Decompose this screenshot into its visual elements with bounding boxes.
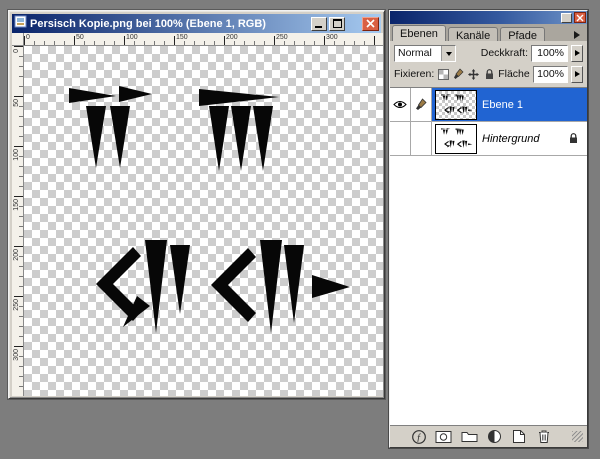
- add-layer-mask-button[interactable]: [435, 429, 453, 445]
- new-layer-group-button[interactable]: [460, 429, 478, 445]
- delete-layer-button[interactable]: [535, 429, 553, 445]
- ruler-label: 300: [326, 34, 338, 41]
- svg-text:ƒ: ƒ: [416, 432, 421, 443]
- vertical-ruler[interactable]: 0 50 100 150 200 250 300: [12, 46, 24, 396]
- ruler-label: 100: [13, 149, 20, 161]
- visibility-toggle[interactable]: [390, 88, 411, 121]
- visibility-toggle[interactable]: [390, 122, 411, 155]
- ruler-label: 100: [126, 34, 138, 41]
- lock-all-toggle[interactable]: [483, 68, 495, 81]
- blend-mode-select[interactable]: Normal: [394, 45, 456, 62]
- opacity-value: 100%: [537, 47, 564, 59]
- ruler-label: 250: [13, 299, 20, 311]
- window-buttons: [311, 17, 379, 31]
- ruler-label: 200: [226, 34, 238, 41]
- ruler-origin-corner[interactable]: [12, 33, 24, 46]
- layer-thumbnail[interactable]: [436, 125, 476, 153]
- lock-transparency-toggle[interactable]: [437, 68, 449, 81]
- tab-kanaele[interactable]: Kanäle: [448, 27, 498, 41]
- resize-grip[interactable]: [572, 431, 583, 442]
- tab-label: Ebenen: [400, 28, 438, 40]
- maximize-button[interactable]: [329, 17, 345, 31]
- canvas[interactable]: [24, 46, 383, 396]
- thumbnail-artwork: [436, 125, 476, 153]
- link-toggle[interactable]: [411, 122, 432, 155]
- thumbnail-artwork: [436, 91, 476, 119]
- fill-slider-button[interactable]: [571, 66, 583, 83]
- layer-row-hintergrund[interactable]: Hintergrund: [390, 122, 587, 156]
- opacity-input[interactable]: 100%: [531, 45, 568, 62]
- layer-name: Hintergrund: [482, 133, 539, 145]
- cuneiform-artwork: [24, 46, 383, 396]
- opacity-label: Deckkraft:: [481, 47, 528, 59]
- layer-row-ebene-1[interactable]: Ebene 1: [390, 88, 587, 122]
- fill-value: 100%: [537, 68, 564, 80]
- layer-thumbnail[interactable]: [436, 91, 476, 119]
- layer-controls: Normal Deckkraft: 100% Fixieren:: [390, 41, 587, 88]
- palette-bottom-bar: ƒ: [390, 426, 587, 447]
- fill-label: Fläche: [498, 68, 530, 80]
- lock-pixels-toggle[interactable]: [453, 68, 465, 81]
- palette-tabs: Ebenen Kanäle Pfade: [390, 24, 587, 41]
- button-spacer: [347, 23, 360, 24]
- document-window: Persisch Kopie.png bei 100% (Ebene 1, RG…: [8, 10, 385, 399]
- ruler-label: 50: [13, 99, 20, 107]
- chevron-down-icon[interactable]: [441, 46, 455, 61]
- ruler-label: 50: [76, 34, 84, 41]
- minimize-button[interactable]: [311, 17, 327, 31]
- active-layer-indicator: [411, 88, 432, 121]
- palette-close-button[interactable]: [574, 12, 586, 23]
- close-button[interactable]: [362, 17, 379, 31]
- brush-icon: [415, 98, 427, 111]
- tab-pfade[interactable]: Pfade: [500, 27, 545, 41]
- document-title: Persisch Kopie.png bei 100% (Ebene 1, RG…: [30, 18, 308, 30]
- horizontal-ruler[interactable]: 0 50 100 150 200 250 300: [24, 33, 383, 46]
- layer-name: Ebene 1: [482, 99, 523, 111]
- new-layer-button[interactable]: [510, 429, 528, 445]
- ruler-label: 200: [13, 249, 20, 261]
- new-adjustment-layer-button[interactable]: [485, 429, 503, 445]
- lock-icon: [569, 133, 578, 144]
- layer-row-content[interactable]: Hintergrund: [432, 122, 587, 155]
- ruler-label: 0: [26, 34, 30, 41]
- opacity-slider-button[interactable]: [571, 45, 583, 62]
- eye-icon: [393, 100, 407, 109]
- layer-list: Ebene 1 Hintergrund: [390, 88, 587, 426]
- fill-input[interactable]: 100%: [533, 66, 568, 83]
- lock-position-toggle[interactable]: [468, 68, 480, 81]
- tab-ebenen[interactable]: Ebenen: [392, 25, 446, 41]
- layer-row-content[interactable]: Ebene 1: [432, 88, 587, 121]
- ruler-label: 150: [176, 34, 188, 41]
- lock-label: Fixieren:: [394, 68, 434, 80]
- ruler-label: 250: [276, 34, 288, 41]
- ruler-label: 150: [13, 199, 20, 211]
- desktop: Persisch Kopie.png bei 100% (Ebene 1, RG…: [0, 0, 600, 459]
- ruler-label: 0: [13, 49, 20, 53]
- document-titlebar[interactable]: Persisch Kopie.png bei 100% (Ebene 1, RG…: [12, 14, 381, 33]
- add-layer-style-button[interactable]: ƒ: [410, 429, 428, 445]
- document-icon: [14, 15, 27, 33]
- palette-collapse-button[interactable]: [561, 13, 572, 23]
- palette-menu-arrow-icon: [573, 31, 581, 39]
- palette-titlebar[interactable]: [390, 11, 587, 24]
- layers-palette: Ebenen Kanäle Pfade Normal Deckkraft: 10…: [389, 10, 588, 448]
- palette-menu-button[interactable]: [570, 28, 584, 41]
- blend-mode-value: Normal: [398, 47, 432, 59]
- ruler-label: 300: [13, 349, 20, 361]
